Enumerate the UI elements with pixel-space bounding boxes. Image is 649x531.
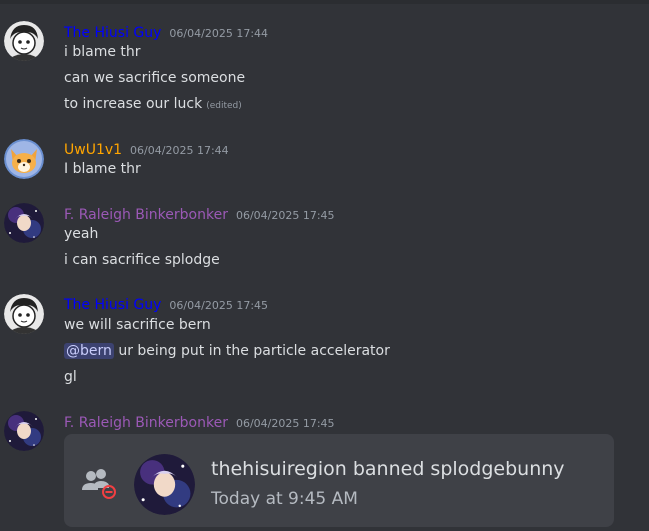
message-header: The Hiusi Guy 06/04/2025 17:45 bbox=[64, 294, 268, 313]
avatar[interactable] bbox=[4, 411, 44, 451]
timestamp[interactable]: 06/04/2025 17:44 bbox=[130, 144, 229, 157]
message-text: i can sacrifice splodge bbox=[64, 252, 220, 268]
message-text-with-mention: @bern ur being put in the particle accel… bbox=[64, 343, 390, 359]
message-text: yeah bbox=[64, 226, 99, 242]
edited-label: (edited) bbox=[206, 101, 242, 111]
message-text: I blame thr bbox=[64, 161, 141, 177]
username[interactable]: F. Raleigh Binkerbonker bbox=[64, 207, 228, 223]
galaxy-character-avatar-icon bbox=[134, 454, 195, 515]
message-text-edited: to increase our luck (edited) bbox=[64, 96, 242, 112]
message-header: The Hiusi Guy 06/04/2025 17:44 bbox=[64, 22, 268, 41]
username[interactable]: UwU1v1 bbox=[64, 142, 122, 158]
message-text: we will sacrifice bern bbox=[64, 317, 211, 333]
galaxy-character-avatar-icon bbox=[4, 411, 44, 451]
avatar[interactable] bbox=[4, 21, 44, 61]
avatar[interactable] bbox=[4, 139, 44, 179]
message-text: gl bbox=[64, 369, 77, 385]
galaxy-character-avatar-icon bbox=[4, 203, 44, 243]
message-text: to increase our luck bbox=[64, 96, 203, 112]
message-header: UwU1v1 06/04/2025 17:44 bbox=[64, 139, 229, 158]
timestamp[interactable]: 06/04/2025 17:45 bbox=[169, 299, 268, 312]
avatar[interactable] bbox=[4, 294, 44, 334]
username[interactable]: F. Raleigh Binkerbonker bbox=[64, 415, 228, 431]
fox-avatar-icon bbox=[4, 139, 44, 179]
bw-anime-avatar-icon bbox=[4, 294, 44, 334]
message-header: F. Raleigh Binkerbonker 06/04/2025 17:45 bbox=[64, 204, 335, 223]
user-mention[interactable]: @bern bbox=[64, 343, 114, 359]
top-divider bbox=[0, 0, 649, 4]
message-header: F. Raleigh Binkerbonker 06/04/2025 17:45 bbox=[64, 412, 335, 431]
message-text: i blame thr bbox=[64, 44, 141, 60]
username[interactable]: The Hiusi Guy bbox=[64, 25, 161, 41]
user-ban-icon bbox=[82, 468, 118, 500]
timestamp[interactable]: 06/04/2025 17:44 bbox=[169, 27, 268, 40]
message-text: ur being put in the particle accelerator bbox=[118, 343, 390, 359]
message-text: can we sacrifice someone bbox=[64, 70, 246, 86]
ban-notification-embed: thehisuiregion banned splodgebunny Today… bbox=[64, 434, 614, 527]
embed-title: thehisuiregion banned splodgebunny bbox=[211, 458, 565, 480]
embed-timestamp: Today at 9:45 AM bbox=[211, 489, 358, 509]
bw-anime-avatar-icon bbox=[4, 21, 44, 61]
username[interactable]: The Hiusi Guy bbox=[64, 297, 161, 313]
timestamp[interactable]: 06/04/2025 17:45 bbox=[236, 209, 335, 222]
avatar[interactable] bbox=[4, 203, 44, 243]
timestamp[interactable]: 06/04/2025 17:45 bbox=[236, 417, 335, 430]
banned-user-avatar[interactable] bbox=[134, 454, 195, 515]
